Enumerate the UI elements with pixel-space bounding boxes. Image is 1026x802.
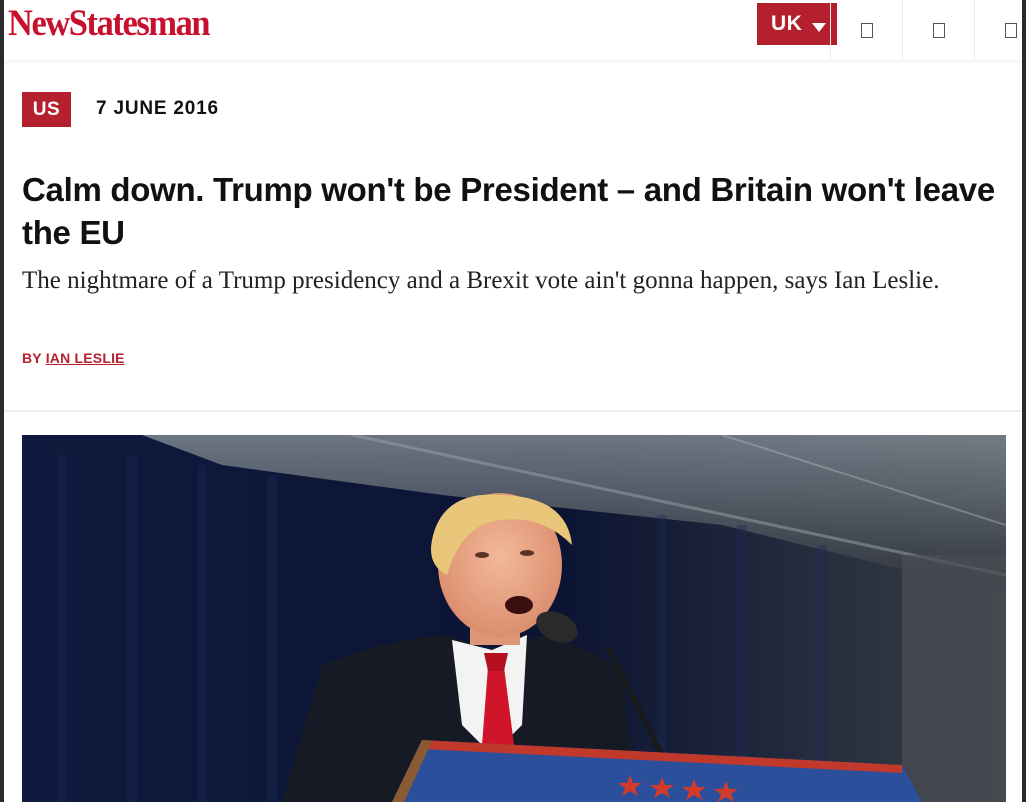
divider (4, 410, 1022, 412)
hero-photo-illustration (22, 435, 1006, 802)
article-headline: Calm down. Trump won't be President – an… (22, 171, 995, 251)
byline-prefix: BY (22, 350, 42, 366)
site-logo[interactable]: NewStatesman (8, 4, 211, 44)
account-button[interactable] (902, 0, 974, 60)
menu-button[interactable] (974, 0, 1022, 60)
article-standfirst: The nightmare of a Trump presidency and … (22, 267, 940, 294)
author-link[interactable]: IAN LESLIE (46, 350, 125, 366)
search-button[interactable] (830, 0, 902, 60)
edition-label: UK (771, 12, 803, 35)
section-tag[interactable]: US (22, 92, 71, 127)
chevron-down-icon (812, 22, 827, 32)
search-icon (860, 22, 873, 38)
article-byline: BY IAN LESLIE (22, 350, 125, 366)
site-header: NewStatesman UK (4, 0, 1022, 60)
menu-icon (1004, 22, 1017, 38)
hero-image (22, 435, 1006, 802)
user-icon (932, 22, 945, 38)
article-date: 7 JUNE 2016 (96, 98, 219, 119)
edition-selector-button[interactable]: UK (757, 3, 837, 45)
article-page: NewStatesman UK US 7 JUNE 2016 Calm down… (4, 0, 1022, 802)
